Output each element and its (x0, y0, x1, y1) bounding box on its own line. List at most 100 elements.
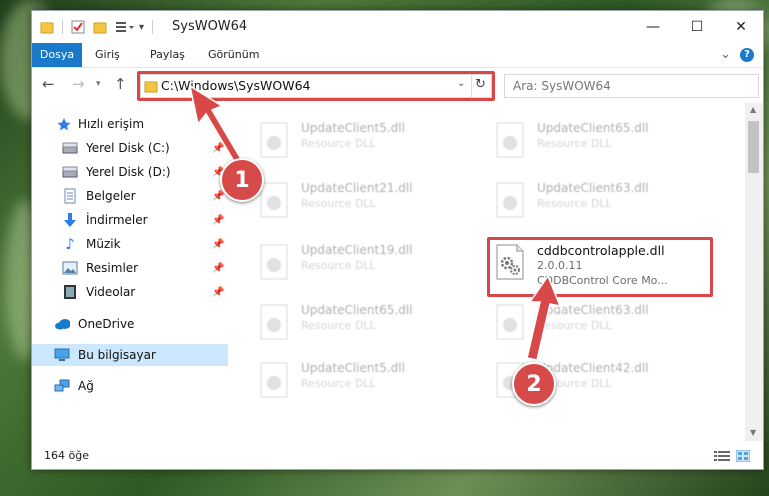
customize-toolbar-icon[interactable] (115, 20, 135, 34)
cloud-icon (54, 316, 70, 332)
search-input[interactable]: Ara: SysWOW64 (513, 79, 611, 93)
pin-icon: 📌 (212, 262, 225, 274)
videos-icon (62, 284, 78, 300)
recent-locations-icon[interactable]: ▾ (96, 79, 101, 89)
title-bar: ▾ SysWOW64 — ☐ ✕ (32, 11, 763, 43)
tab-paylas[interactable]: Paylaş (150, 43, 185, 67)
file-name: UpdateClient5.dll (301, 361, 405, 375)
file-item[interactable]: UpdateClient5.dll Resource DLL (255, 359, 485, 403)
explorer-window: ▾ SysWOW64 — ☐ ✕ Dosya Giriş Paylaş Görü… (31, 10, 764, 470)
navigation-pane: Hızlı erişim Yerel Disk (C:) 📌 Yerel Dis… (32, 103, 228, 441)
quick-access-toolbar: ▾ (40, 19, 161, 35)
sidebar-item-onedrive[interactable]: OneDrive (32, 313, 228, 335)
pin-icon: 📌 (212, 190, 225, 202)
file-name: UpdateClient65.dll (537, 121, 649, 135)
sidebar-item-downloads[interactable]: İndirmeler 📌 (32, 209, 228, 231)
file-name: UpdateClient63.dll (537, 181, 649, 195)
sidebar-item-network[interactable]: Ağ (32, 375, 228, 397)
computer-icon (54, 347, 70, 363)
file-description: Resource DLL (537, 197, 612, 210)
pin-icon: 📌 (212, 142, 225, 154)
dll-file-icon (260, 362, 288, 398)
pictures-icon (62, 260, 78, 276)
details-view-icon[interactable] (714, 450, 730, 462)
sidebar-item-label: Ağ (78, 379, 94, 393)
file-description: Resource DLL (301, 319, 376, 332)
pin-icon: 📌 (212, 214, 225, 226)
tab-gorunum[interactable]: Görünüm (208, 43, 259, 67)
window-title: SysWOW64 (172, 19, 248, 34)
properties-icon[interactable] (71, 20, 85, 34)
file-list: UpdateClient5.dll Resource DLL UpdateCli… (229, 103, 744, 441)
tab-giris[interactable]: Giriş (95, 43, 120, 67)
callout-badge-2: 2 (512, 362, 556, 406)
file-description: Resource DLL (301, 377, 376, 390)
file-description: Resource DLL (537, 319, 612, 332)
drive-icon (62, 164, 78, 180)
sidebar-item-label: Hızlı erişim (78, 117, 145, 131)
sidebar-item-label: Resimler (86, 261, 139, 275)
minimize-button[interactable]: — (631, 11, 675, 43)
tiles-view-icon[interactable] (736, 450, 750, 462)
sidebar-item-music[interactable]: ♪ Müzik 📌 (32, 233, 228, 255)
dll-file-icon (260, 244, 288, 280)
folder-icon[interactable] (40, 20, 54, 34)
sidebar-item-label: OneDrive (78, 317, 135, 331)
drive-icon (62, 140, 78, 156)
dll-file-icon (260, 122, 288, 158)
sidebar-item-pictures[interactable]: Resimler 📌 (32, 257, 228, 279)
scroll-down-icon[interactable]: ▼ (750, 428, 756, 437)
file-name: UpdateClient42.dll (537, 361, 649, 375)
expand-ribbon-icon[interactable]: ⌄ (720, 43, 731, 67)
forward-arrow-icon[interactable]: → (72, 75, 85, 93)
pin-icon: 📌 (212, 238, 225, 250)
file-item[interactable]: UpdateClient19.dll Resource DLL (255, 241, 485, 285)
file-name: UpdateClient65.dll (301, 303, 413, 317)
sidebar-item-label: İndirmeler (86, 213, 148, 227)
close-button[interactable]: ✕ (719, 11, 763, 43)
dll-file-icon (496, 182, 524, 218)
file-description: Resource DLL (301, 197, 376, 210)
file-item[interactable]: UpdateClient21.dll Resource DLL (255, 179, 485, 223)
maximize-button[interactable]: ☐ (675, 11, 719, 43)
back-arrow-icon[interactable]: ← (42, 75, 55, 93)
file-name: UpdateClient19.dll (301, 243, 413, 257)
dll-file-icon (496, 122, 524, 158)
sidebar-item-label: Belgeler (86, 189, 136, 203)
sidebar-item-quick-access[interactable]: Hızlı erişim (32, 113, 228, 135)
sidebar-item-label: Yerel Disk (C:) (86, 141, 170, 155)
file-item[interactable]: UpdateClient65.dll Resource DLL (255, 301, 485, 345)
sidebar-item-label: Bu bilgisayar (78, 348, 156, 362)
file-name: UpdateClient63.dll (537, 303, 649, 317)
sidebar-item-this-pc[interactable]: Bu bilgisayar (32, 344, 228, 366)
status-bar: 164 öğe (32, 443, 763, 469)
navigation-bar: ← → ▾ ↑ C:\Windows\SysWOW64 ⌄ ↻ Ara: Sys… (32, 68, 763, 102)
vertical-scrollbar[interactable]: ▲ ▼ (745, 103, 763, 441)
file-item[interactable]: UpdateClient65.dll Resource DLL (491, 119, 721, 163)
dropdown-icon[interactable]: ▾ (139, 22, 144, 33)
documents-icon (62, 188, 78, 204)
ribbon: Dosya Giriş Paylaş Görünüm ⌄ ? (32, 43, 763, 68)
scroll-up-icon[interactable]: ▲ (750, 105, 756, 114)
dll-file-icon (496, 304, 524, 340)
sidebar-item-videos[interactable]: Videolar 📌 (32, 281, 228, 303)
file-highlight-box (487, 237, 713, 297)
music-icon: ♪ (65, 235, 75, 253)
sidebar-item-disk-d[interactable]: Yerel Disk (D:) 📌 (32, 161, 228, 183)
up-arrow-icon[interactable]: ↑ (114, 75, 127, 93)
file-item[interactable]: UpdateClient63.dll Resource DLL (491, 301, 721, 345)
file-item[interactable]: UpdateClient63.dll Resource DLL (491, 179, 721, 223)
sidebar-item-label: Yerel Disk (D:) (86, 165, 171, 179)
new-folder-icon[interactable] (93, 20, 107, 34)
sidebar-item-disk-c[interactable]: Yerel Disk (C:) 📌 (32, 137, 228, 159)
file-description: Resource DLL (301, 259, 376, 272)
sidebar-item-label: Videolar (86, 285, 136, 299)
file-item[interactable]: UpdateClient5.dll Resource DLL (255, 119, 485, 163)
search-box[interactable]: Ara: SysWOW64 (504, 74, 759, 98)
file-name: UpdateClient21.dll (301, 181, 413, 195)
sidebar-item-documents[interactable]: Belgeler 📌 (32, 185, 228, 207)
tab-dosya[interactable]: Dosya (32, 43, 82, 67)
file-name: UpdateClient5.dll (301, 121, 405, 135)
scrollbar-thumb[interactable] (748, 121, 759, 173)
help-icon[interactable]: ? (740, 48, 754, 62)
